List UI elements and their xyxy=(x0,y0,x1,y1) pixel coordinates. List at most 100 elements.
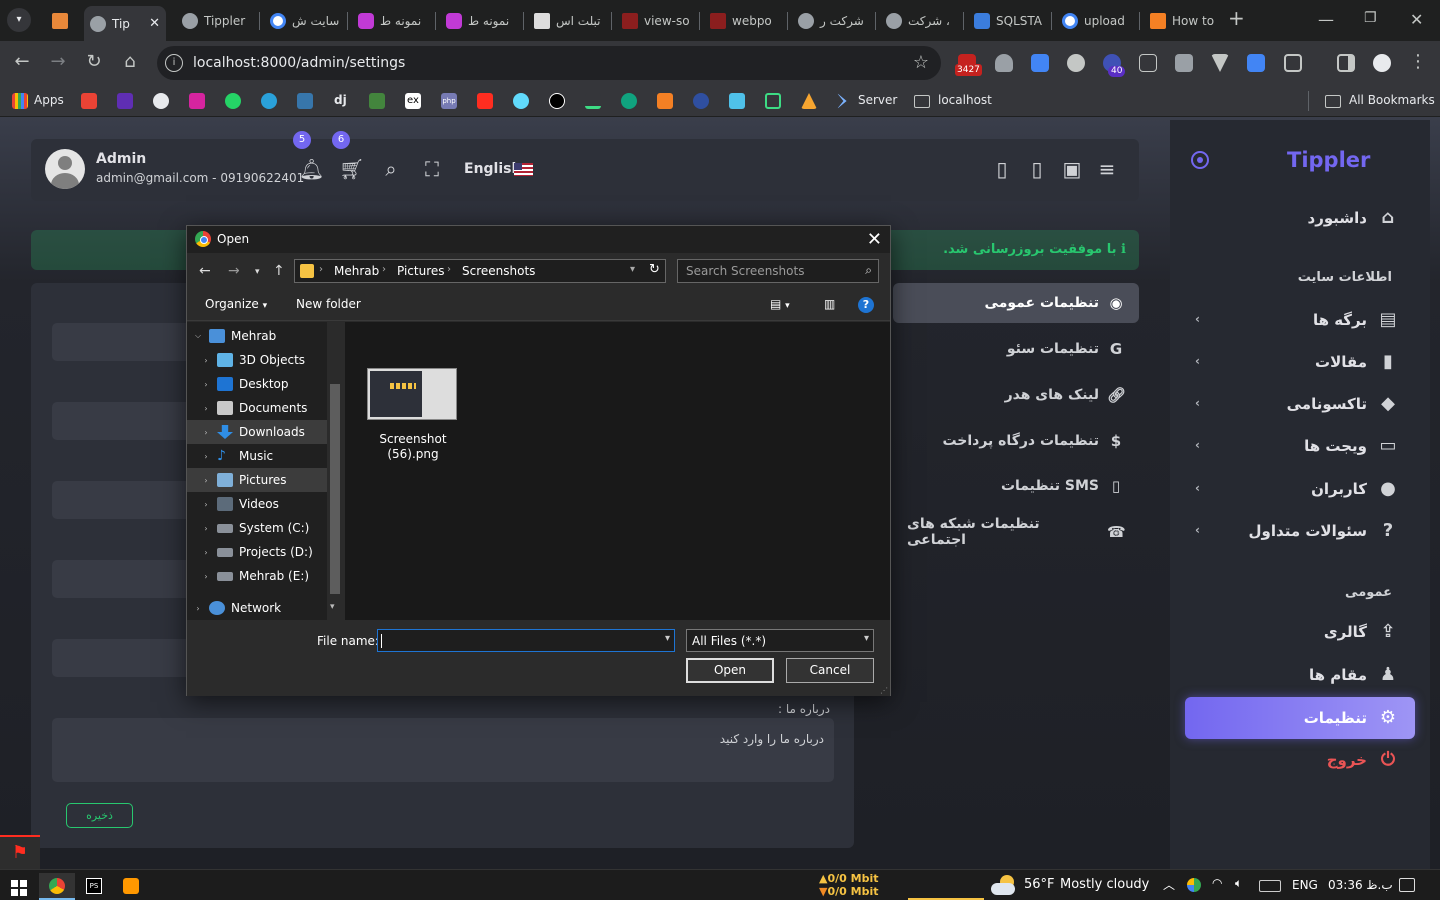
extension-doc-icon[interactable] xyxy=(1031,54,1049,72)
sidebar-item-taxonomy[interactable]: ◆ تاکسونامی ‹ xyxy=(1185,383,1415,425)
notifications-icon[interactable] xyxy=(1399,878,1415,892)
save-button[interactable]: ذخیره xyxy=(66,803,133,828)
browser-menu-icon[interactable]: ⋮ xyxy=(1406,51,1430,75)
menu-icon[interactable]: ≡ xyxy=(1095,157,1119,181)
file-icon[interactable]: ▯ xyxy=(1025,157,1049,181)
whatsapp-icon[interactable] xyxy=(225,93,241,109)
extension-react-icon[interactable] xyxy=(1067,54,1085,72)
tab[interactable]: SQLSTA xyxy=(968,6,1048,35)
navigation-scrollbar[interactable]: ▾ xyxy=(327,322,343,620)
bookmark-apps[interactable]: Apps xyxy=(34,93,64,107)
chevron-right-icon[interactable]: › xyxy=(201,428,211,437)
input-language[interactable]: ENG xyxy=(1292,878,1318,892)
chevron-right-icon[interactable]: › xyxy=(201,356,211,365)
file-type-select[interactable]: All Files (*.*) ▾ xyxy=(686,629,874,652)
sidebar-item-roles[interactable]: ♟ مقام ها xyxy=(1185,654,1415,696)
recent-locations-icon[interactable]: ▾ xyxy=(255,267,260,277)
minimize-icon[interactable]: — xyxy=(1318,10,1334,29)
tab[interactable]: view-so xyxy=(616,6,696,35)
tab-social-settings[interactable]: ☎ تنظیمات شبکه های اجتماعی xyxy=(893,512,1139,552)
address-bar[interactable]: i localhost:8000/admin/settings ☆ xyxy=(157,46,941,80)
fullscreen-icon[interactable]: ⛶ xyxy=(420,157,444,181)
tab-laravel[interactable] xyxy=(46,6,76,35)
side-panel-icon[interactable] xyxy=(1337,54,1355,72)
taskbar-phpstorm[interactable]: PS xyxy=(76,873,112,900)
reload-icon[interactable]: ↻ xyxy=(82,51,106,75)
new-tab-icon[interactable]: + xyxy=(1228,6,1245,30)
yahoo-icon[interactable] xyxy=(117,93,133,109)
tab[interactable]: شرکت ر xyxy=(792,6,872,35)
tab-search-button[interactable]: ▾ xyxy=(7,8,31,32)
window-close-icon[interactable]: ✕ xyxy=(1410,10,1423,29)
sidebar-item-dashboard[interactable]: ⌂ داشبورد xyxy=(1185,197,1415,239)
extension-translate-icon[interactable] xyxy=(1247,54,1265,72)
chevron-down-icon[interactable]: ▾ xyxy=(665,633,670,644)
sidebar-item-faq[interactable]: ? سئوالات متداول ‹ xyxy=(1185,510,1415,552)
w-icon[interactable] xyxy=(585,93,601,109)
tree-item-music[interactable]: › ♪ Music xyxy=(187,444,327,468)
tab[interactable]: سایت ش xyxy=(264,6,344,35)
bookmark-star-icon[interactable]: ☆ xyxy=(913,52,929,73)
keyboard-icon[interactable] xyxy=(1259,880,1281,892)
tree-item-documents[interactable]: › Documents xyxy=(187,396,327,420)
file-name[interactable]: Screenshot (56).png xyxy=(365,432,461,462)
scrollbar-thumb[interactable] xyxy=(330,384,340,594)
search-icon[interactable]: ⌕ xyxy=(379,157,403,181)
sidebar-item-pages[interactable]: ▤ برگه ها ‹ xyxy=(1185,299,1415,341)
instagram-icon[interactable] xyxy=(189,93,205,109)
tree-item-videos[interactable]: › Videos xyxy=(187,492,327,516)
tree-item-mehrab-e[interactable]: › Mehrab (E:) xyxy=(187,564,327,588)
resize-grip-icon[interactable]: ⋰ xyxy=(880,686,888,695)
triangle-logo-icon[interactable] xyxy=(801,93,817,109)
chevron-up-icon[interactable]: ︿ xyxy=(1163,876,1175,893)
python-icon[interactable] xyxy=(297,93,313,109)
bookmark-blue-icon[interactable] xyxy=(693,93,709,109)
bookmark-all-bookmarks[interactable]: All Bookmarks xyxy=(1349,93,1435,107)
chatgpt-icon[interactable] xyxy=(621,93,637,109)
change-view-icon[interactable]: ▤ ▾ xyxy=(770,297,790,311)
tab[interactable]: شرکت ، xyxy=(880,6,960,35)
chevron-right-icon[interactable]: › xyxy=(193,604,203,613)
address-breadcrumb[interactable]: › Mehrab › Pictures › Screenshots ▾ ↻ xyxy=(294,259,666,283)
tab[interactable]: تبلت اس xyxy=(528,6,608,35)
chevron-right-icon[interactable]: › xyxy=(201,524,211,533)
tab[interactable]: How to xyxy=(1144,6,1224,35)
chevron-right-icon[interactable]: › xyxy=(201,404,211,413)
tree-item-desktop[interactable]: › Desktop xyxy=(187,372,327,396)
laravel-debugbar-icon[interactable]: ⚑ xyxy=(0,835,40,869)
extension-vue-icon[interactable] xyxy=(1211,54,1229,72)
bookmark-localhost[interactable]: localhost xyxy=(938,93,992,107)
telegram-icon[interactable] xyxy=(261,93,277,109)
site-info-icon[interactable]: i xyxy=(165,54,183,72)
back-arrow-icon[interactable]: ← xyxy=(199,263,211,279)
file-name-input[interactable]: ▾ xyxy=(377,629,675,652)
forward-arrow-icon[interactable]: → xyxy=(46,51,70,75)
dialog-close-icon[interactable]: ✕ xyxy=(867,229,882,250)
sidebar-item-articles[interactable]: ▮ مقالات ‹ xyxy=(1185,341,1415,383)
sidebar-item-gallery[interactable]: ⇪ گالری xyxy=(1185,611,1415,653)
restore-icon[interactable]: ❐ xyxy=(1364,10,1377,26)
gmail-icon[interactable] xyxy=(81,93,97,109)
sidebar-item-users[interactable]: ● کاربران ‹ xyxy=(1185,468,1415,510)
tab[interactable]: نمونه ط xyxy=(352,6,432,35)
breadcrumb-item[interactable]: Pictures xyxy=(397,264,445,278)
tab-seo-settings[interactable]: G تنظیمات سئو xyxy=(893,329,1139,369)
open-button[interactable]: Open xyxy=(686,658,774,683)
forward-arrow-icon[interactable]: → xyxy=(228,263,240,279)
react-icon[interactable] xyxy=(513,93,529,109)
sidebar-item-settings[interactable]: ⚙ تنظیمات xyxy=(1185,697,1415,739)
profile-avatar-icon[interactable] xyxy=(1373,54,1391,72)
nextjs-icon[interactable] xyxy=(549,93,565,109)
github-icon[interactable] xyxy=(153,93,169,109)
tree-item-pictures[interactable]: › Pictures xyxy=(187,468,327,492)
chevron-down-icon[interactable]: ⌵ xyxy=(193,331,203,341)
bookmark-orange-icon[interactable] xyxy=(657,93,673,109)
avatar[interactable] xyxy=(45,149,85,189)
tab-general-settings[interactable]: ◉ تنظیمات عمومی xyxy=(893,283,1139,323)
about-textarea[interactable]: درباره ما را وارد کنید xyxy=(52,718,834,782)
tree-item-mehrab[interactable]: ⌵ Mehrab xyxy=(187,324,327,348)
taskbar-chrome[interactable] xyxy=(39,873,75,900)
start-button[interactable] xyxy=(0,873,36,900)
tab-close-icon[interactable]: ✕ xyxy=(149,16,160,31)
chevron-down-icon[interactable]: ▾ xyxy=(630,264,635,275)
